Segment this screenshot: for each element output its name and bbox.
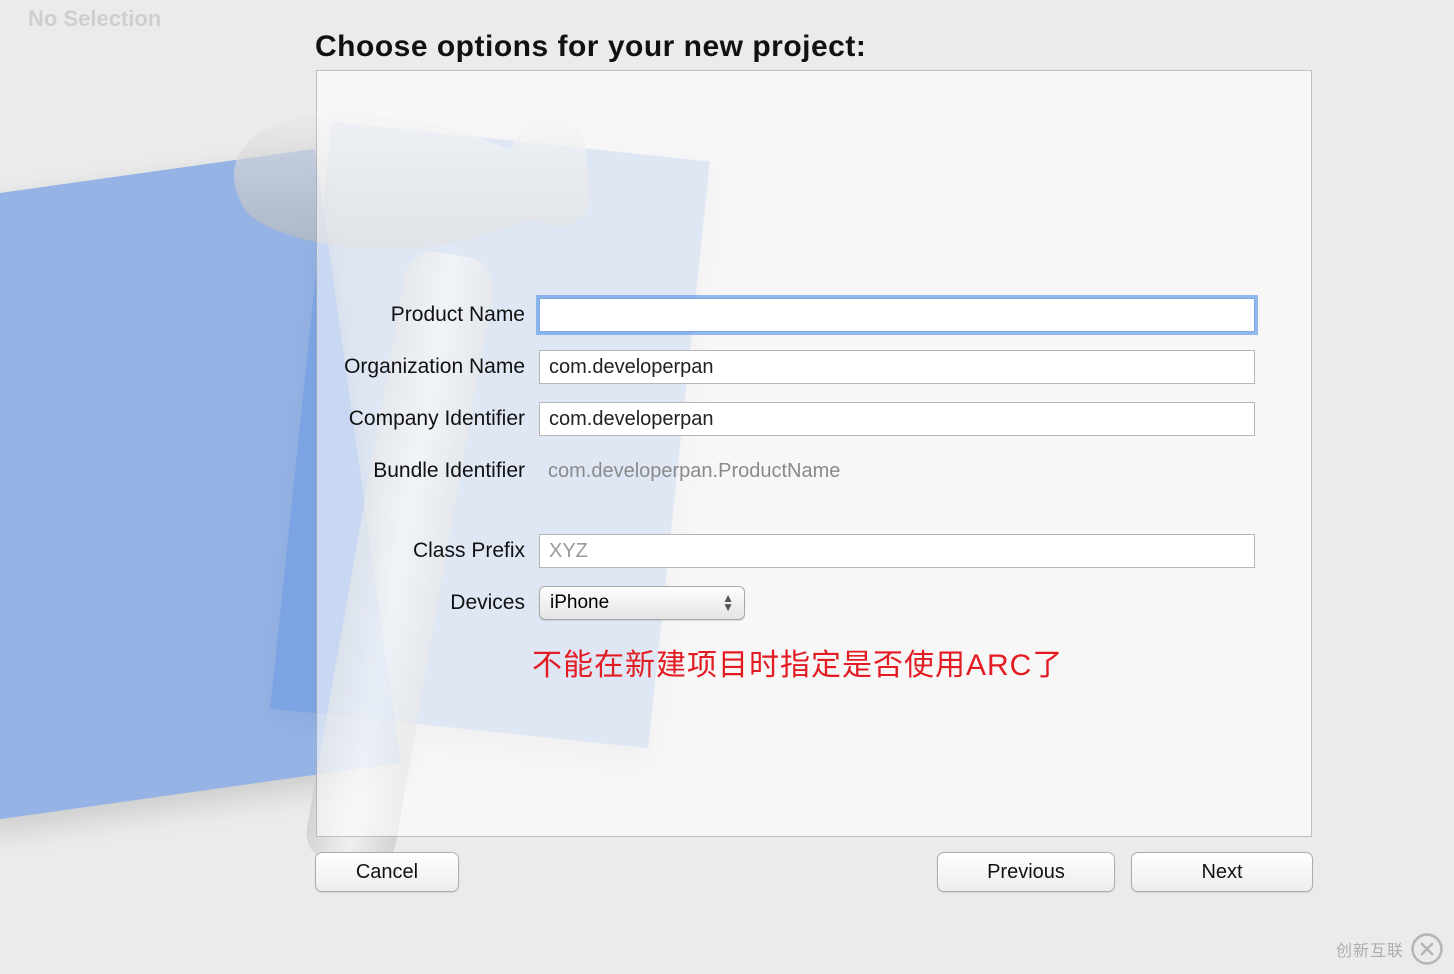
watermark: 创新互联 xyxy=(1336,932,1444,966)
devices-select[interactable]: iPhone ▲▼ xyxy=(539,586,745,620)
previous-button-label: Previous xyxy=(987,861,1065,884)
next-button[interactable]: Next xyxy=(1131,852,1313,892)
cancel-button[interactable]: Cancel xyxy=(315,852,459,892)
options-form: Product Name Organization Name Company I… xyxy=(317,289,1311,629)
product-name-input[interactable] xyxy=(539,298,1255,332)
dialog-title: Choose options for your new project: xyxy=(315,30,866,64)
class-prefix-input[interactable] xyxy=(539,534,1255,568)
options-panel: Product Name Organization Name Company I… xyxy=(316,70,1312,837)
chevron-up-down-icon: ▲▼ xyxy=(722,594,734,612)
company-identifier-input[interactable] xyxy=(539,402,1255,436)
annotation-text: 不能在新建项目时指定是否使用ARC了 xyxy=(532,640,1063,684)
next-button-label: Next xyxy=(1201,861,1242,884)
product-name-label: Product Name xyxy=(317,303,539,327)
organization-name-input[interactable] xyxy=(539,350,1255,384)
company-identifier-label: Company Identifier xyxy=(317,407,539,431)
button-bar: Cancel Previous Next xyxy=(315,852,1311,896)
cancel-button-label: Cancel xyxy=(356,861,418,884)
watermark-logo-icon xyxy=(1410,932,1444,966)
bundle-identifier-label: Bundle Identifier xyxy=(317,459,539,483)
watermark-brand: 创新互联 xyxy=(1336,937,1404,961)
previous-button[interactable]: Previous xyxy=(937,852,1115,892)
class-prefix-label: Class Prefix xyxy=(317,539,539,563)
no-selection-hint: No Selection xyxy=(28,6,161,32)
bundle-identifier-value: com.developerpan.ProductName xyxy=(539,460,840,482)
devices-label: Devices xyxy=(317,591,539,615)
organization-name-label: Organization Name xyxy=(317,355,539,379)
devices-selected-value: iPhone xyxy=(550,592,609,614)
